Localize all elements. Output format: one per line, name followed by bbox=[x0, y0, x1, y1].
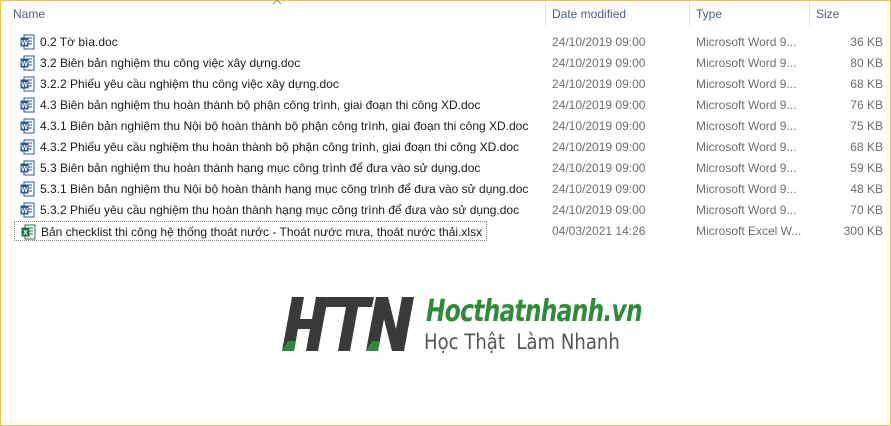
file-name-cell[interactable]: W 3.2 Biên bản nghiệm thu công việc xây d… bbox=[14, 53, 306, 73]
file-size: 80 KB bbox=[850, 56, 883, 70]
brand-logo: Hocthatnhanh.vn Học Thật Làm Nhanh bbox=[278, 290, 643, 360]
file-name-cell[interactable]: W 5.3.1 Biên bản nghiệm thu Nội bộ hoàn t… bbox=[14, 179, 534, 199]
file-date-modified: 24/10/2019 09:00 bbox=[552, 35, 646, 49]
file-date-modified: 24/10/2019 09:00 bbox=[552, 182, 646, 196]
svg-text:X: X bbox=[23, 230, 28, 237]
file-type: Microsoft Word 9... bbox=[696, 140, 797, 154]
file-name: 0.2 Tờ bìa.doc bbox=[40, 35, 118, 49]
file-date-modified: 24/10/2019 09:00 bbox=[552, 77, 646, 91]
file-name-cell[interactable]: W 4.3.1 Biên bản nghiệm thu Nội bộ hoàn t… bbox=[14, 116, 534, 136]
file-name: 4.3 Biên bản nghiệm thu hoàn thành bộ ph… bbox=[40, 98, 481, 112]
file-row[interactable]: W 3.2 Biên bản nghiệm thu công việc xây d… bbox=[11, 53, 883, 74]
htn-logo-icon bbox=[282, 297, 414, 351]
svg-text:W: W bbox=[21, 124, 28, 131]
file-date-modified: 24/10/2019 09:00 bbox=[552, 161, 646, 175]
file-size: 48 KB bbox=[850, 182, 883, 196]
file-size: 75 KB bbox=[850, 119, 883, 133]
svg-text:W: W bbox=[21, 103, 28, 110]
file-date-modified: 04/03/2021 14:26 bbox=[552, 224, 646, 238]
explorer-window: Name Date modified Type Size W 0.2 Tờ bìa… bbox=[0, 0, 891, 426]
file-row[interactable]: W 5.3.2 Phiếu yêu cầu nghiệm thu hoàn thà… bbox=[11, 200, 883, 221]
word-doc-icon: W bbox=[20, 202, 35, 218]
file-date-modified: 24/10/2019 09:00 bbox=[552, 203, 646, 217]
svg-text:W: W bbox=[21, 145, 28, 152]
file-row[interactable]: W 0.2 Tờ bìa.doc 24/10/2019 09:00 Microsoft… bbox=[11, 32, 883, 53]
file-size: 300 KB bbox=[843, 224, 883, 238]
file-name-cell[interactable]: W 4.3 Biên bản nghiệm thu hoàn thành bộ p… bbox=[14, 95, 486, 115]
excel-sheet-icon: X bbox=[21, 224, 36, 240]
file-row[interactable]: W 5.3 Biên bản nghiệm thu hoàn thành hạng… bbox=[11, 158, 883, 179]
brand-slogan: Học Thật Làm Nhanh bbox=[424, 330, 620, 354]
file-type: Microsoft Word 9... bbox=[696, 77, 797, 91]
file-size: 76 KB bbox=[850, 98, 883, 112]
file-name-cell[interactable]: W 5.3.2 Phiếu yêu cầu nghiệm thu hoàn thà… bbox=[14, 200, 525, 220]
svg-text:W: W bbox=[21, 166, 28, 173]
file-name-cell[interactable]: W 5.3 Biên bản nghiệm thu hoàn thành hạng… bbox=[14, 158, 486, 178]
word-doc-icon: W bbox=[20, 55, 35, 71]
svg-text:W: W bbox=[21, 208, 28, 215]
brand-name: Hocthatnhanh.vn bbox=[426, 294, 643, 329]
svg-text:W: W bbox=[21, 82, 28, 89]
file-date-modified: 24/10/2019 09:00 bbox=[552, 98, 646, 112]
svg-text:W: W bbox=[21, 61, 28, 68]
file-row[interactable]: W 3.2.2 Phiếu yêu cầu nghiệm thu công việ… bbox=[11, 74, 883, 95]
file-name: 3.2 Biên bản nghiệm thu công việc xây dự… bbox=[40, 56, 301, 70]
file-name-cell[interactable]: W 0.2 Tờ bìa.doc bbox=[14, 32, 124, 52]
file-size: 68 KB bbox=[850, 140, 883, 154]
file-name-cell[interactable]: X Bản checklist thi công hệ thống thoát n… bbox=[14, 221, 487, 241]
column-header-date[interactable]: Date modified bbox=[546, 1, 689, 27]
file-date-modified: 24/10/2019 09:00 bbox=[552, 56, 646, 70]
column-header-name[interactable]: Name bbox=[7, 1, 545, 27]
word-doc-icon: W bbox=[20, 97, 35, 113]
file-size: 36 KB bbox=[850, 35, 883, 49]
word-doc-icon: W bbox=[20, 181, 35, 197]
word-doc-icon: W bbox=[20, 76, 35, 92]
file-type: Microsoft Word 9... bbox=[696, 161, 797, 175]
file-type: Microsoft Word 9... bbox=[696, 35, 797, 49]
file-name: Bản checklist thi công hệ thống thoát nư… bbox=[41, 225, 483, 239]
file-row[interactable]: W 4.3.2 Phiếu yêu cầu nghiệm thu hoàn thà… bbox=[11, 137, 883, 158]
file-name-cell[interactable]: W 4.3.2 Phiếu yêu cầu nghiệm thu hoàn thà… bbox=[14, 137, 525, 157]
word-doc-icon: W bbox=[20, 139, 35, 155]
file-type: Microsoft Word 9... bbox=[696, 119, 797, 133]
file-date-modified: 24/10/2019 09:00 bbox=[552, 119, 646, 133]
svg-text:W: W bbox=[21, 40, 28, 47]
word-doc-icon: W bbox=[20, 160, 35, 176]
file-row[interactable]: W 5.3.1 Biên bản nghiệm thu Nội bộ hoàn t… bbox=[11, 179, 883, 200]
file-size: 59 KB bbox=[850, 161, 883, 175]
file-date-modified: 24/10/2019 09:00 bbox=[552, 140, 646, 154]
file-name: 5.3.1 Biên bản nghiệm thu Nội bộ hoàn th… bbox=[40, 182, 529, 196]
svg-text:W: W bbox=[21, 187, 28, 194]
file-row[interactable]: W 4.3.1 Biên bản nghiệm thu Nội bộ hoàn t… bbox=[11, 116, 883, 137]
file-name-cell[interactable]: W 3.2.2 Phiếu yêu cầu nghiệm thu công việ… bbox=[14, 74, 345, 94]
file-type: Microsoft Word 9... bbox=[696, 56, 797, 70]
file-type: Microsoft Excel W... bbox=[696, 224, 802, 238]
file-type: Microsoft Word 9... bbox=[696, 203, 797, 217]
file-size: 68 KB bbox=[850, 77, 883, 91]
column-header-bar: Name Date modified Type Size bbox=[1, 0, 891, 27]
file-name: 5.3.2 Phiếu yêu cầu nghiệm thu hoàn thàn… bbox=[40, 203, 520, 217]
column-header-size[interactable]: Size bbox=[810, 1, 891, 27]
file-name: 4.3.2 Phiếu yêu cầu nghiệm thu hoàn thàn… bbox=[40, 140, 520, 154]
column-header-type[interactable]: Type bbox=[690, 1, 809, 27]
word-doc-icon: W bbox=[20, 118, 35, 134]
word-doc-icon: W bbox=[20, 34, 35, 50]
file-name: 5.3 Biên bản nghiệm thu hoàn thành hạng … bbox=[40, 161, 481, 175]
file-name: 4.3.1 Biên bản nghiệm thu Nội bộ hoàn th… bbox=[40, 119, 529, 133]
file-row[interactable]: W 4.3 Biên bản nghiệm thu hoàn thành bộ p… bbox=[11, 95, 883, 116]
file-size: 70 KB bbox=[850, 203, 883, 217]
file-type: Microsoft Word 9... bbox=[696, 98, 797, 112]
file-name: 3.2.2 Phiếu yêu cầu nghiệm thu công việc… bbox=[40, 77, 339, 91]
file-row[interactable]: X Bản checklist thi công hệ thống thoát n… bbox=[11, 221, 883, 242]
file-type: Microsoft Word 9... bbox=[696, 182, 797, 196]
